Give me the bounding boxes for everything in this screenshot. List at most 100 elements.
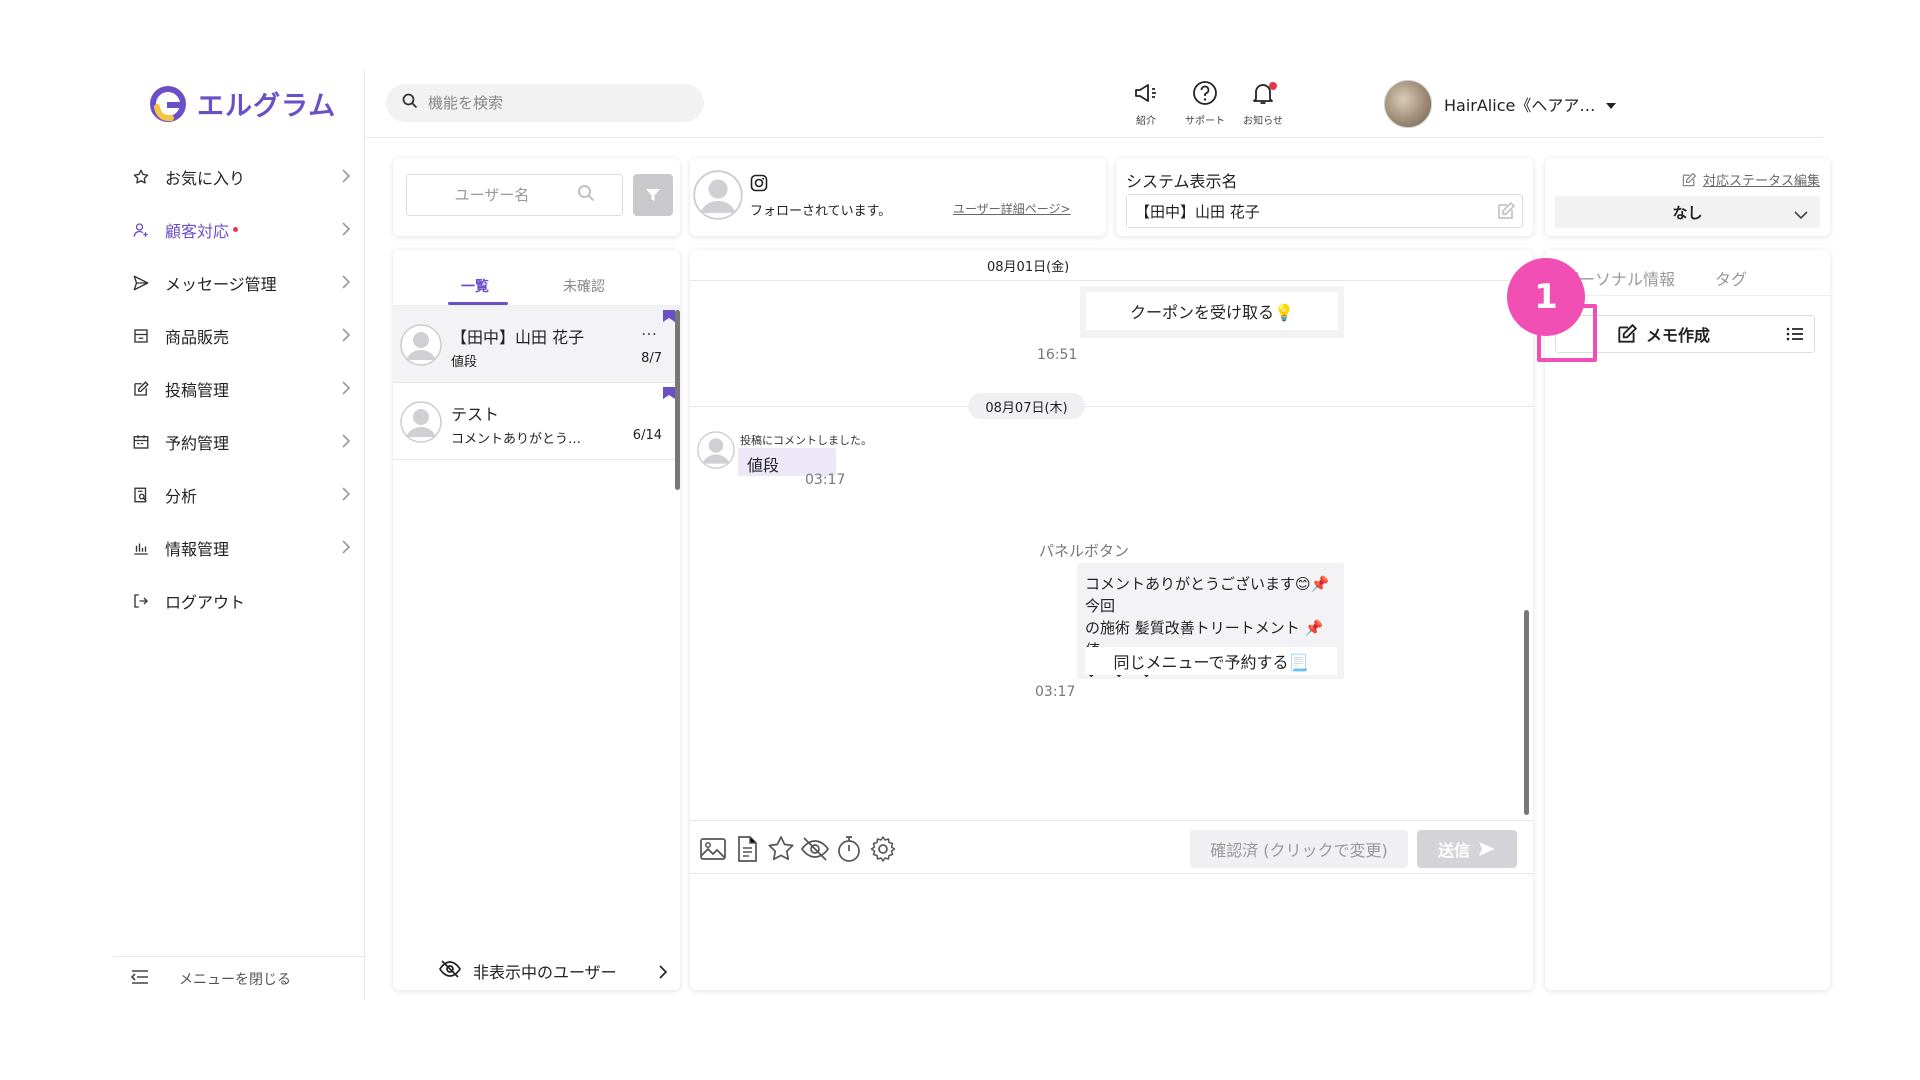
- list-icon: [1786, 327, 1803, 341]
- tab-unconfirmed[interactable]: 未確認: [563, 276, 605, 296]
- chevron-right-icon: [341, 539, 351, 558]
- status-panel: 対応ステータス編集 なし: [1545, 158, 1830, 236]
- default-avatar-icon: [697, 431, 735, 469]
- sidebar-item-messages[interactable]: メッセージ管理: [113, 256, 365, 309]
- coupon-button[interactable]: クーポンを受け取る💡: [1086, 292, 1338, 330]
- sidebar-item-reservations[interactable]: 予約管理: [113, 415, 365, 468]
- image-icon[interactable]: [698, 834, 728, 864]
- notification-dot: [1269, 82, 1277, 90]
- send-icon: [131, 273, 151, 293]
- last-message-date: 6/14: [632, 428, 662, 443]
- step-badge: 1: [1507, 258, 1585, 336]
- more-options-button[interactable]: …: [641, 320, 658, 339]
- edit-icon[interactable]: [1496, 201, 1516, 225]
- tab-tags[interactable]: タグ: [1715, 266, 1747, 290]
- instagram-icon: [750, 174, 768, 196]
- bookmark-flag-icon[interactable]: [662, 308, 676, 327]
- user-search-box[interactable]: [406, 174, 623, 216]
- account-menu[interactable]: HairAlice《ヘアア…: [1384, 80, 1617, 128]
- bookmark-flag-icon[interactable]: [662, 385, 676, 404]
- user-search-input[interactable]: [407, 186, 577, 204]
- system-name-field[interactable]: [1126, 194, 1523, 228]
- sidebar-item-label: ログアウト: [165, 592, 246, 612]
- send-button-label: 送信: [1437, 841, 1470, 860]
- hidden-users-label: 非表示中のユーザー: [473, 963, 617, 982]
- filter-button[interactable]: [633, 174, 673, 216]
- menu-collapse-icon: [130, 969, 149, 989]
- user-list-tabs: 一覧 未確認: [393, 250, 680, 306]
- logo-text: エルグラム: [197, 91, 337, 122]
- search-icon[interactable]: [577, 184, 595, 206]
- status-select[interactable]: なし: [1555, 196, 1820, 228]
- top-header: 紹介 サポート お知らせ HairAlice《ヘアア…: [366, 70, 1823, 138]
- timer-icon[interactable]: [834, 834, 864, 864]
- megaphone-icon: [1135, 84, 1156, 102]
- eye-off-icon[interactable]: [800, 834, 830, 864]
- feature-search[interactable]: [386, 84, 704, 122]
- chevron-right-icon: [341, 380, 351, 399]
- sidebar-item-sales[interactable]: 商品販売: [113, 309, 365, 362]
- store-icon: [131, 326, 151, 346]
- date-label: 08月07日(木): [985, 400, 1068, 416]
- chevron-right-icon: [341, 327, 351, 346]
- sidebar-item-logout[interactable]: ログアウト: [113, 574, 365, 627]
- person-icon: [131, 220, 151, 240]
- user-row[interactable]: テスト コメントありがとう… 6/14: [393, 383, 680, 460]
- feature-search-input[interactable]: [428, 94, 678, 112]
- sidebar-item-label: 顧客対応: [165, 221, 230, 241]
- user-name: テスト: [451, 405, 500, 424]
- account-name: HairAlice《ヘアア…: [1444, 96, 1596, 115]
- memo-list-button[interactable]: [1775, 315, 1815, 353]
- star-icon: [131, 167, 151, 187]
- divider: [690, 280, 1533, 281]
- coupon-button-label: クーポンを受け取る💡: [1130, 303, 1294, 322]
- status-edit-link[interactable]: 対応ステータス編集: [1681, 170, 1820, 189]
- chevron-right-icon: [341, 433, 351, 452]
- caret-down-icon: [1605, 95, 1617, 114]
- date-separator: 08月07日(木): [968, 393, 1085, 419]
- close-menu-button[interactable]: メニューを閉じる: [113, 956, 365, 1000]
- sidebar-item-label: 分析: [165, 486, 198, 506]
- status-edit-label: 対応ステータス編集: [1702, 174, 1820, 189]
- last-message: コメントありがとう…: [451, 432, 582, 447]
- sidebar-item-customer[interactable]: 顧客対応: [113, 203, 365, 256]
- news-button[interactable]: お知らせ: [1233, 80, 1293, 127]
- user-detail-link[interactable]: ユーザー詳細ページ>: [953, 200, 1071, 217]
- sidebar-item-analytics[interactable]: 分析: [113, 468, 365, 521]
- system-name-input[interactable]: [1127, 195, 1467, 227]
- calendar-icon: [131, 432, 151, 452]
- chat-scrollbar[interactable]: [1524, 610, 1529, 815]
- sidebar-item-posts[interactable]: 投稿管理: [113, 362, 365, 415]
- chevron-right-icon: [341, 486, 351, 505]
- system-name-title: システム表示名: [1126, 172, 1238, 191]
- logout-icon: [131, 591, 151, 611]
- hidden-users-button[interactable]: 非表示中のユーザー: [393, 952, 680, 990]
- default-avatar-icon: [400, 324, 442, 366]
- support-button[interactable]: サポート: [1175, 80, 1235, 127]
- message-input[interactable]: [690, 876, 1533, 986]
- tab-all[interactable]: 一覧: [461, 276, 489, 296]
- user-row[interactable]: 【田中】山田 花子 … 値段 8/7: [393, 306, 680, 383]
- send-button[interactable]: 送信: [1417, 830, 1517, 868]
- intro-button[interactable]: 紹介: [1116, 80, 1176, 127]
- panel-text-line: コメントありがとうございます😊📌今回: [1085, 575, 1330, 615]
- rebook-button[interactable]: 同じメニューで予約する📃: [1085, 647, 1337, 675]
- last-message: 値段: [451, 355, 478, 370]
- sidebar-item-favorites[interactable]: お気に入り: [113, 150, 365, 203]
- sidebar-item-info[interactable]: 情報管理: [113, 521, 365, 574]
- gear-icon[interactable]: [868, 834, 898, 864]
- sidebar: エルグラム お気に入り 顧客対応 メッセージ管理 商品販売 投稿管理 予約管理 …: [113, 70, 365, 1000]
- panel-message: コメントありがとうございます😊📌今回 の施術 髪質改善トリートメント 📌値… ↓…: [1077, 563, 1344, 681]
- create-memo-label: メモ作成: [1646, 326, 1711, 345]
- sidebar-item-label: 商品販売: [165, 327, 230, 347]
- confirmed-toggle-button[interactable]: 確認済 (クリックで変更): [1190, 830, 1408, 868]
- eye-off-icon: [439, 960, 461, 982]
- user-list-panel: 一覧 未確認 【田中】山田 花子 … 値段 8/7 テスト コメントありがとう……: [393, 250, 680, 990]
- user-list-scrollbar[interactable]: [675, 310, 680, 490]
- star-icon[interactable]: [766, 834, 796, 864]
- app-logo[interactable]: エルグラム: [149, 84, 336, 123]
- document-icon[interactable]: [732, 834, 762, 864]
- divider: [690, 406, 1533, 407]
- chat-panel: 08月01日(金) クーポンを受け取る💡 16:51 08月07日(木) 投稿に…: [690, 250, 1533, 990]
- chevron-down-icon: [1794, 206, 1808, 224]
